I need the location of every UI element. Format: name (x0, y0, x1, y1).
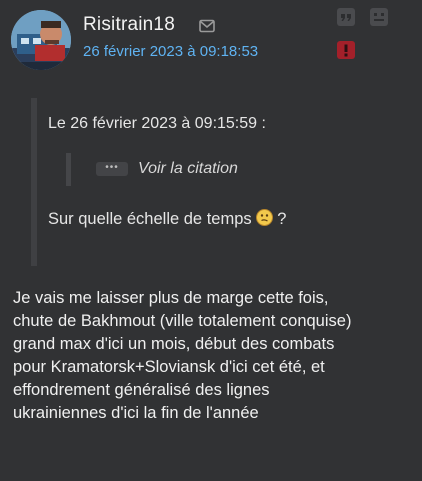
quote-question-text: Sur quelle échelle de temps (48, 210, 252, 228)
nested-quote-bar (66, 153, 71, 186)
avatar-train-image (11, 10, 71, 70)
message-line: pour Kramatorsk+Sloviansk d'ici cet été,… (13, 358, 325, 376)
quote-header: Le 26 février 2023 à 09:15:59 : (48, 115, 266, 132)
smiley-icon[interactable] (370, 8, 388, 26)
message-line: effondrement généralisé des lignes (13, 381, 270, 399)
message-body: Je vais me laisser plus de marge cette f… (13, 287, 418, 425)
message-line: Je vais me laisser plus de marge cette f… (13, 289, 329, 307)
avatar[interactable] (11, 10, 71, 70)
post-timestamp[interactable]: 26 février 2023 à 09:18:53 (83, 43, 258, 60)
quote-question-suffix: ? (272, 210, 287, 228)
thinking-smiley-icon (255, 209, 273, 226)
see-quote-link[interactable]: Voir la citation (138, 160, 238, 178)
exclamation-icon[interactable] (337, 41, 355, 59)
quote-icon[interactable] (337, 8, 355, 26)
message-line: ukrainiennes d'ici la fin de l'année (13, 404, 259, 422)
forum-post: Risitrain18 26 février 2023 à 09:18:53 L… (0, 0, 422, 481)
quote-question: Sur quelle échelle de temps ? (48, 209, 286, 229)
envelope-icon[interactable] (199, 19, 215, 33)
message-line: chute de Bakhmout (ville totalement conq… (13, 312, 352, 330)
message-line: grand max d'ici un mois, début des comba… (13, 335, 335, 353)
expand-quote-button[interactable]: ••• (96, 162, 128, 176)
username[interactable]: Risitrain18 (83, 14, 175, 36)
